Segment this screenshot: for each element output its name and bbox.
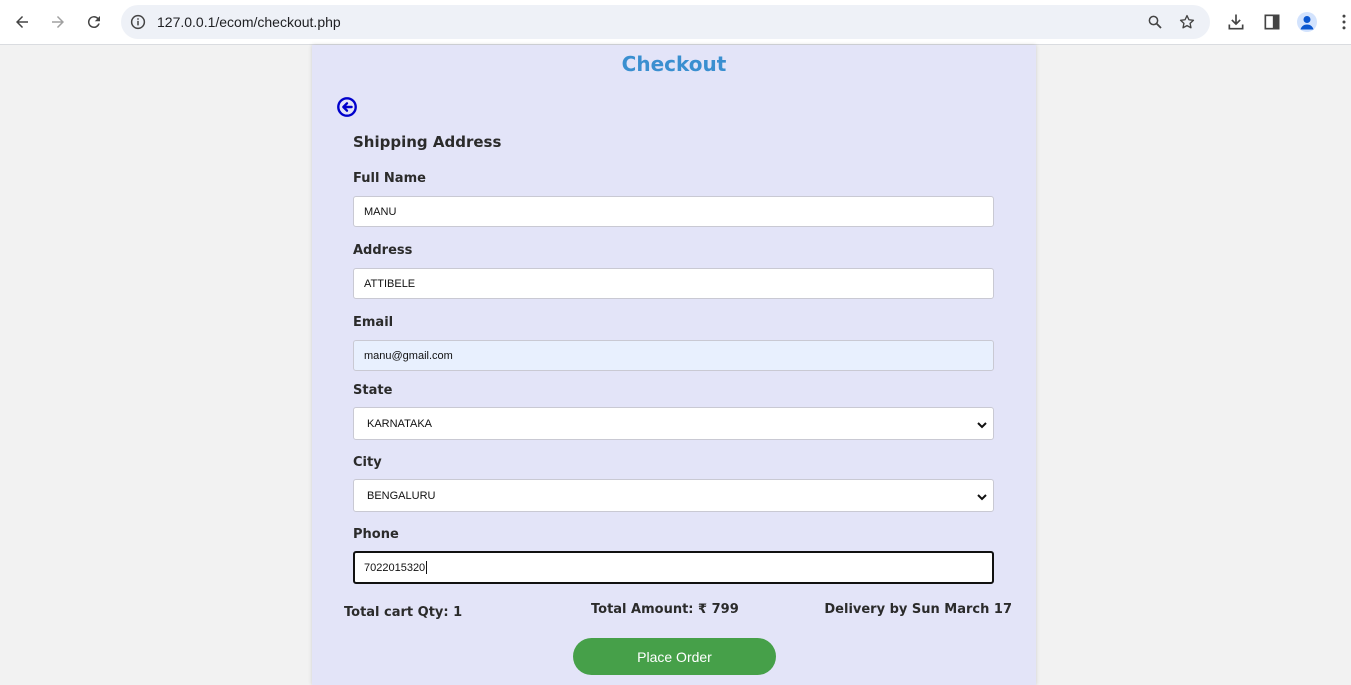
back-arrow-icon[interactable]: [8, 8, 36, 36]
download-icon[interactable]: [1226, 12, 1246, 32]
text-caret: [426, 561, 428, 574]
address-bar[interactable]: 127.0.0.1/ecom/checkout.php: [121, 5, 1210, 39]
state-value: KARNATAKA: [367, 417, 432, 430]
address-label: Address: [353, 243, 413, 258]
profile-avatar-icon[interactable]: [1297, 12, 1317, 32]
phone-label: Phone: [353, 527, 399, 542]
forward-arrow-icon[interactable]: [44, 8, 72, 36]
phone-value: 7022015320: [364, 561, 426, 574]
shipping-address-heading: Shipping Address: [353, 133, 502, 151]
email-value: manu@gmail.com: [364, 349, 453, 362]
chevron-down-icon: [977, 422, 987, 429]
address-input[interactable]: ATTIBELE: [353, 268, 994, 299]
email-label: Email: [353, 315, 394, 330]
url-text: 127.0.0.1/ecom/checkout.php: [157, 14, 341, 30]
address-value: ATTIBELE: [364, 277, 416, 290]
side-panel-icon[interactable]: [1262, 12, 1282, 32]
state-label: State: [353, 383, 393, 398]
state-select[interactable]: KARNATAKA: [353, 407, 994, 440]
city-value: BENGALURU: [367, 489, 436, 502]
full-name-value: MANU: [364, 205, 397, 218]
chevron-down-icon: [977, 494, 987, 501]
browser-toolbar: 127.0.0.1/ecom/checkout.php: [0, 0, 1351, 45]
reload-icon[interactable]: [80, 8, 108, 36]
city-select[interactable]: BENGALURU: [353, 479, 994, 512]
full-name-input[interactable]: MANU: [353, 196, 994, 227]
bookmark-star-icon[interactable]: [1178, 13, 1196, 31]
place-order-button[interactable]: Place Order: [573, 638, 776, 675]
email-input[interactable]: manu@gmail.com: [353, 340, 994, 371]
delivery-date: Delivery by Sun March 17: [824, 602, 1012, 617]
checkout-card: Checkout Shipping Address Full Name MANU…: [312, 45, 1036, 685]
phone-input[interactable]: 7022015320: [353, 551, 994, 584]
total-amount: Total Amount: ₹ 799: [591, 602, 739, 617]
full-name-label: Full Name: [353, 171, 426, 186]
menu-kebab-icon[interactable]: [1334, 12, 1351, 32]
site-info-icon[interactable]: [129, 13, 147, 31]
city-label: City: [353, 455, 382, 470]
total-cart-qty: Total cart Qty: 1: [344, 605, 463, 620]
circle-arrow-left-icon[interactable]: [336, 96, 358, 118]
page-title: Checkout: [621, 52, 727, 76]
zoom-icon[interactable]: [1146, 13, 1164, 31]
